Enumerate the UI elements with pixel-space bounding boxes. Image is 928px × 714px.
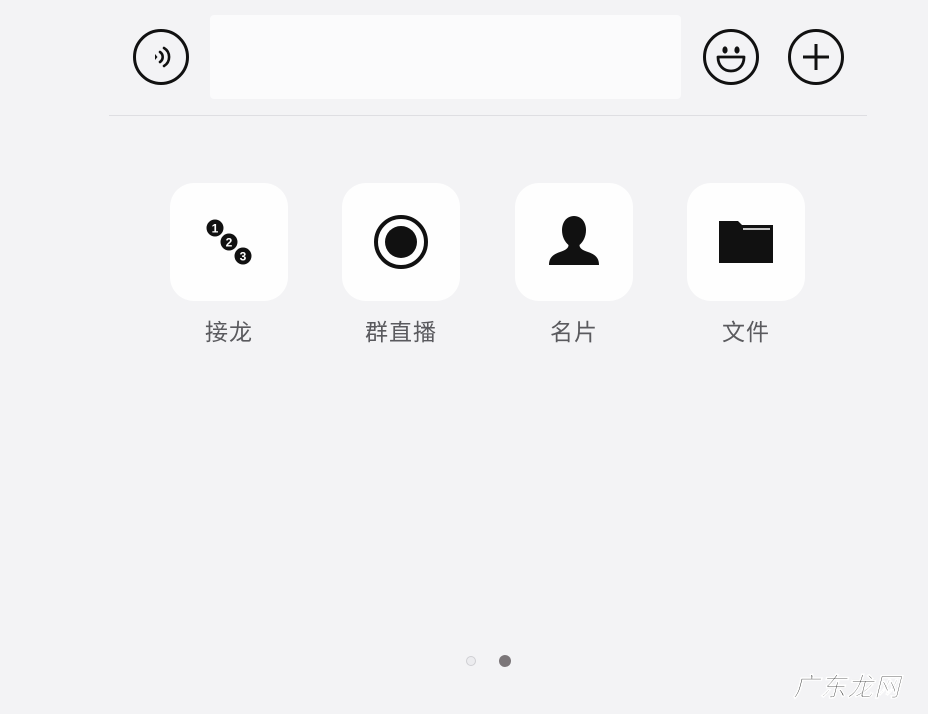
- tool-tile[interactable]: [687, 183, 805, 301]
- live-broadcast-icon: [374, 215, 428, 269]
- tool-contact-card[interactable]: 名片: [515, 183, 633, 347]
- page-indicator-1[interactable]: [466, 656, 476, 666]
- more-button[interactable]: [788, 29, 844, 85]
- svg-text:1: 1: [212, 222, 219, 236]
- voice-button[interactable]: [133, 29, 189, 85]
- divider: [109, 115, 867, 116]
- folder-icon: [719, 221, 773, 263]
- tool-label: 名片: [550, 320, 598, 346]
- emoji-button[interactable]: [703, 29, 759, 85]
- tool-solitaire[interactable]: 1 2 3 接龙: [170, 183, 288, 347]
- numbered-sequence-icon: 1 2 3: [206, 219, 252, 265]
- tool-label: 接龙: [205, 320, 253, 346]
- smiley-icon: [716, 46, 746, 73]
- page-indicator-2-active[interactable]: [499, 655, 511, 667]
- watermark-logo: 广东龙网: [793, 673, 902, 704]
- tool-tile[interactable]: [515, 183, 633, 301]
- svg-text:3: 3: [240, 250, 247, 264]
- svg-text:2: 2: [226, 236, 233, 250]
- tool-group-live[interactable]: 群直播: [342, 183, 460, 347]
- message-input[interactable]: [210, 15, 681, 99]
- tool-label: 文件: [722, 320, 770, 346]
- contact-card-icon: [549, 216, 599, 265]
- tool-tile[interactable]: [342, 183, 460, 301]
- voice-icon: [155, 46, 171, 68]
- plus-icon: [803, 44, 829, 70]
- tool-label: 群直播: [365, 320, 437, 346]
- chat-extension-panel: 1 2 3 接龙 群直播 名片 文件 广东龙网: [0, 0, 928, 714]
- tool-tile[interactable]: 1 2 3: [170, 183, 288, 301]
- tool-file[interactable]: 文件: [687, 183, 805, 347]
